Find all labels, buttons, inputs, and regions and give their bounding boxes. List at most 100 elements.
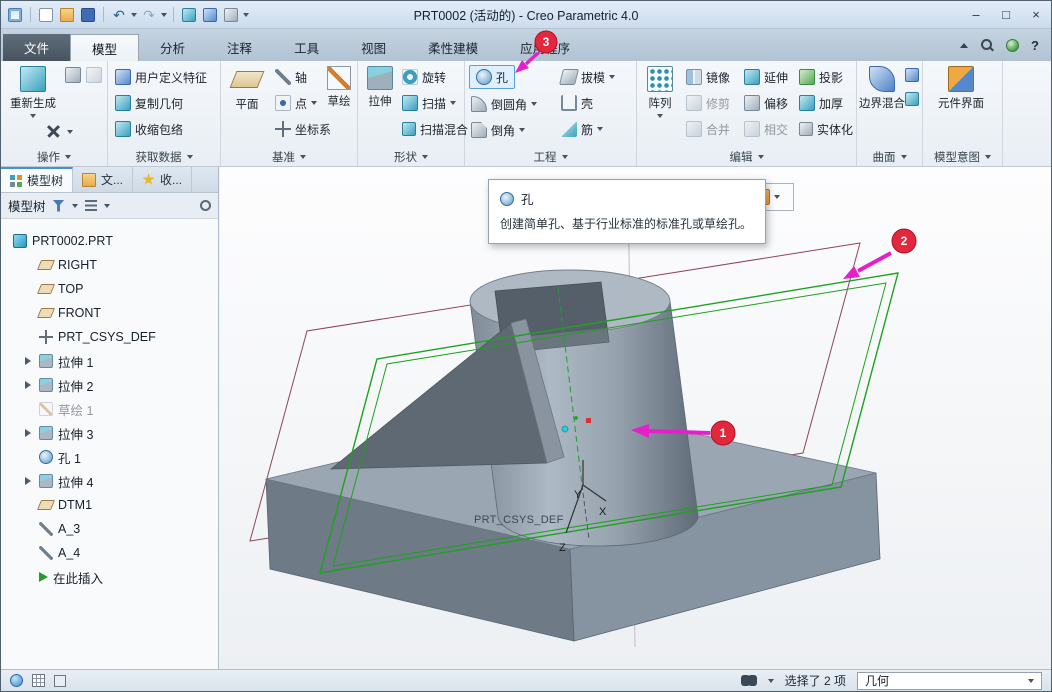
solidify-button[interactable]: 实体化 xyxy=(797,118,855,140)
hole-button[interactable]: 孔 xyxy=(469,65,515,89)
tree-item-sketch-1[interactable]: 草绘 1 xyxy=(1,397,218,421)
expand-arrow-icon[interactable] xyxy=(21,379,34,391)
copy-geometry-button[interactable]: 复制几何 xyxy=(113,92,185,114)
datum-axis-button[interactable]: 轴 xyxy=(273,66,309,88)
datum-display-icon[interactable] xyxy=(32,674,45,687)
tree-item-insert-here[interactable]: 在此插入 xyxy=(1,565,218,589)
search-icon[interactable] xyxy=(980,38,994,52)
tree-item-dtm1[interactable]: DTM1 xyxy=(1,493,218,517)
project-button[interactable]: 投影 xyxy=(797,66,845,88)
tree-item-hole-1[interactable]: 孔 1 xyxy=(1,445,218,469)
new-file-button[interactable] xyxy=(37,6,55,24)
customize-quick-access-caret[interactable] xyxy=(243,13,249,17)
plane-display-icon[interactable] xyxy=(54,675,66,687)
group-label-operations[interactable]: 操作 xyxy=(1,148,107,165)
tab-applications[interactable]: 应用程序 xyxy=(499,34,591,61)
tab-tools[interactable]: 工具 xyxy=(273,34,340,61)
panel-tab-favorites[interactable]: 收... xyxy=(133,167,192,192)
chamfer-button[interactable]: 倒角 xyxy=(469,119,527,141)
expand-arrow-icon[interactable] xyxy=(21,427,34,439)
rib-button[interactable]: 筋 xyxy=(559,118,605,140)
extend-button[interactable]: 延伸 xyxy=(742,66,790,88)
regenerate-quick-button[interactable] xyxy=(180,6,198,24)
pattern-button[interactable]: 阵列 xyxy=(641,66,679,118)
tab-view[interactable]: 视图 xyxy=(340,34,407,61)
tree-list-icon[interactable] xyxy=(85,200,97,211)
close-button[interactable]: × xyxy=(1021,2,1051,28)
tree-item-csys[interactable]: PRT_CSYS_DEF xyxy=(1,325,218,349)
delete-caret[interactable] xyxy=(67,130,73,134)
tab-model[interactable]: 模型 xyxy=(70,34,139,61)
expand-arrow-icon[interactable] xyxy=(21,475,34,487)
tree-item-a4-axis[interactable]: A_4 xyxy=(1,541,218,565)
boundary-blend-button[interactable]: 边界混合 xyxy=(859,66,905,111)
tab-flexible-modeling[interactable]: 柔性建模 xyxy=(407,34,499,61)
swept-blend-button[interactable]: 扫描混合 xyxy=(400,118,470,140)
connect-icon[interactable] xyxy=(1006,39,1019,52)
panel-tab-model-tree[interactable]: 模型树 xyxy=(1,167,73,192)
tree-item-front-plane[interactable]: FRONT xyxy=(1,301,218,325)
copy-icon[interactable] xyxy=(65,67,81,83)
sketch-button[interactable]: 草绘 xyxy=(323,66,355,109)
group-label-get-data[interactable]: 获取数据 xyxy=(108,148,220,165)
csys-name-label[interactable]: PRT_CSYS_DEF xyxy=(474,514,564,526)
round-button[interactable]: 倒圆角 xyxy=(469,93,539,115)
redo-button[interactable]: ↷ xyxy=(140,6,158,24)
regenerate-button[interactable]: 重新生成 xyxy=(5,66,61,118)
extrude-button[interactable]: 拉伸 xyxy=(362,66,398,109)
undo-button[interactable]: ↶ xyxy=(110,6,128,24)
tree-item-part[interactable]: PRT0002.PRT xyxy=(1,229,218,253)
trim-button[interactable]: 修剪 xyxy=(684,92,732,114)
datum-plane-button[interactable]: 平面 xyxy=(227,66,267,112)
fill-surface-icon[interactable] xyxy=(905,68,919,82)
tree-item-extrude-3[interactable]: 拉伸 3 xyxy=(1,421,218,445)
paste-icon[interactable] xyxy=(86,67,102,83)
save-button[interactable] xyxy=(79,6,97,24)
rib-front-face[interactable] xyxy=(331,323,547,469)
undo-dropdown-caret[interactable] xyxy=(131,13,137,17)
revolve-button[interactable]: 旋转 xyxy=(400,66,448,88)
mirror-button[interactable]: 镜像 xyxy=(684,66,732,88)
thicken-button[interactable]: 加厚 xyxy=(797,92,845,114)
group-label-editing[interactable]: 编辑 xyxy=(637,148,856,165)
minimize-button[interactable]: – xyxy=(961,2,991,28)
maximize-button[interactable]: □ xyxy=(991,2,1021,28)
group-label-datum[interactable]: 基准 xyxy=(221,148,357,165)
tab-analysis[interactable]: 分析 xyxy=(139,34,206,61)
title-bar[interactable]: ↶ ↷ PRT0002 (活动的) - Creo Parametric 4.0 … xyxy=(1,1,1051,29)
find-icon[interactable] xyxy=(741,675,757,686)
group-label-shapes[interactable]: 形状 xyxy=(358,148,464,165)
tree-filter-icon[interactable] xyxy=(53,200,65,212)
sweep-button[interactable]: 扫描 xyxy=(400,92,458,114)
udf-button[interactable]: 用户定义特征 xyxy=(113,66,209,88)
windows-button[interactable] xyxy=(201,6,219,24)
tree-item-extrude-2[interactable]: 拉伸 2 xyxy=(1,373,218,397)
intersect-button[interactable]: 相交 xyxy=(742,118,790,140)
offset-button[interactable]: 偏移 xyxy=(742,92,790,114)
graphics-viewport[interactable]: Y X Z PRT_CSYS_DEF 1 2 孔 xyxy=(220,167,1051,669)
panel-tab-folder-browser[interactable]: 文... xyxy=(73,167,133,192)
draft-button[interactable]: 拔模 xyxy=(559,66,617,88)
shrinkwrap-button[interactable]: 收缩包络 xyxy=(113,118,185,140)
tree-settings-icon[interactable] xyxy=(200,200,211,211)
tree-item-extrude-1[interactable]: 拉伸 1 xyxy=(1,349,218,373)
tree-list-caret[interactable] xyxy=(104,204,110,208)
group-label-model-intent[interactable]: 模型意图 xyxy=(923,148,1002,165)
tree-item-extrude-4[interactable]: 拉伸 4 xyxy=(1,469,218,493)
selection-filter-combobox[interactable]: 几何 xyxy=(857,672,1042,690)
datum-csys-button[interactable]: 坐标系 xyxy=(273,118,333,140)
tree-filter-caret[interactable] xyxy=(72,204,78,208)
redo-dropdown-caret[interactable] xyxy=(161,13,167,17)
display-style-icon[interactable] xyxy=(10,674,23,687)
group-label-engineering[interactable]: 工程 xyxy=(465,148,636,165)
help-icon[interactable]: ? xyxy=(1031,38,1039,53)
selection-point-cyan[interactable] xyxy=(562,426,568,432)
style-surface-icon[interactable] xyxy=(905,92,919,106)
open-file-button[interactable] xyxy=(58,6,76,24)
tree-item-top-plane[interactable]: TOP xyxy=(1,277,218,301)
delete-icon[interactable] xyxy=(47,125,60,138)
tree-item-right-plane[interactable]: RIGHT xyxy=(1,253,218,277)
tab-file[interactable]: 文件 xyxy=(3,34,70,61)
find-caret[interactable] xyxy=(768,679,774,683)
datum-point-button[interactable]: 点 xyxy=(273,92,319,114)
